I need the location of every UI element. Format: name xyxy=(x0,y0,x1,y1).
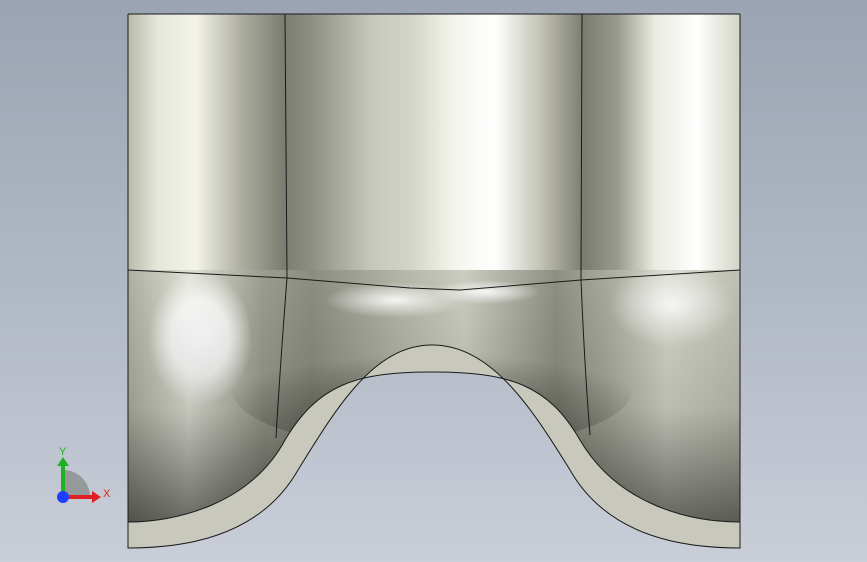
upper-cylinder-face[interactable] xyxy=(128,14,740,276)
reference-triad: Y X xyxy=(57,446,111,503)
lower-darkening xyxy=(128,270,740,522)
triad-x-arrowhead xyxy=(92,491,101,503)
pipe-saddle-part[interactable] xyxy=(127,13,741,549)
triad-y-label: Y xyxy=(59,446,67,458)
3d-viewport[interactable]: Y X xyxy=(0,0,867,562)
triad-z-axis xyxy=(57,491,69,503)
triad-x-label: X xyxy=(103,488,111,500)
triad-y-arrowhead xyxy=(57,457,69,466)
